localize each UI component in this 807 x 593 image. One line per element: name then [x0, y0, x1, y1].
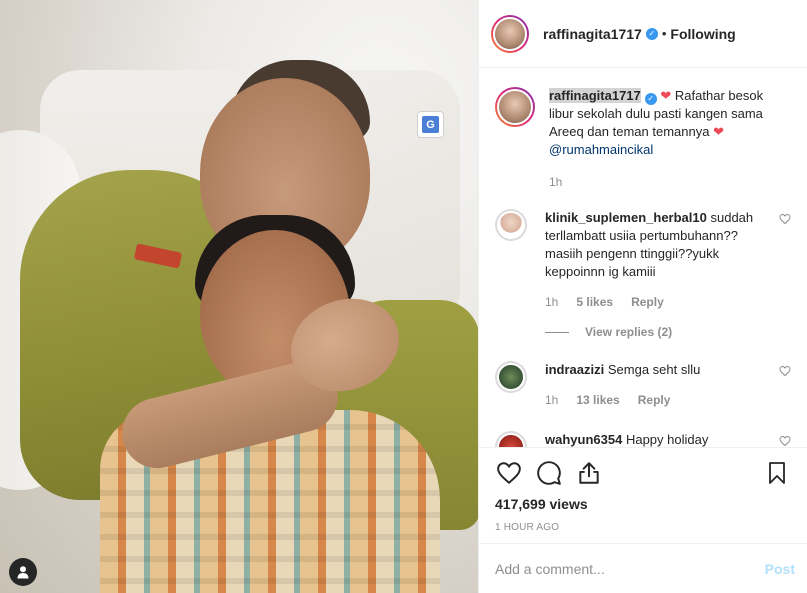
comment-body: wahyun6354 Happy holiday	[545, 431, 791, 447]
comment-heart-icon[interactable]	[779, 435, 791, 447]
heart-icon	[497, 462, 521, 485]
comment-item: wahyun6354 Happy holiday	[495, 431, 791, 447]
post-header: raffinagita1717 ✓ • Following	[479, 0, 807, 68]
caption-username[interactable]: raffinagita1717	[549, 88, 641, 103]
comment-meta: 1h 5 likes Reply	[545, 293, 769, 311]
add-comment-bar: Post	[479, 543, 807, 593]
caption-avatar[interactable]	[495, 87, 535, 127]
share-icon	[579, 462, 599, 484]
comment-username[interactable]: klinik_suplemen_herbal10	[545, 210, 707, 225]
view-replies-label: View replies (2)	[585, 325, 673, 339]
following-button[interactable]: Following	[670, 26, 735, 42]
save-button[interactable]	[763, 459, 791, 487]
comment-icon	[537, 461, 561, 485]
caption-timestamp[interactable]: 1h	[549, 173, 769, 191]
caption-mention-link[interactable]: @rumahmaincikal	[549, 142, 653, 157]
comment-username[interactable]: wahyun6354	[545, 432, 622, 447]
comment-text: Happy holiday	[625, 432, 709, 447]
comment-item: indraazizi Semga seht sllu 1h 13 likes R…	[495, 361, 791, 409]
user-tag-button[interactable]	[9, 558, 37, 586]
caption-body: raffinagita1717 ✓ ❤ Rafathar besok libur …	[549, 87, 791, 191]
verified-badge-icon: ✓	[645, 27, 658, 40]
comment-item: klinik_suplemen_herbal10 suddah terllamb…	[495, 209, 791, 311]
comment-heart-icon[interactable]	[779, 365, 791, 377]
reply-button[interactable]: Reply	[631, 293, 664, 311]
comment-body: indraazizi Semga seht sllu 1h 13 likes R…	[545, 361, 791, 409]
commenter-avatar[interactable]	[495, 431, 527, 447]
like-button[interactable]	[495, 459, 523, 487]
comment-body: klinik_suplemen_herbal10 suddah terllamb…	[545, 209, 791, 311]
post-side-panel: raffinagita1717 ✓ • Following raffinagit…	[478, 0, 807, 593]
action-icon-row	[495, 458, 791, 488]
translate-icon: G	[422, 116, 439, 133]
post-timestamp[interactable]: 1 HOUR AGO	[495, 522, 791, 533]
commenter-avatar[interactable]	[495, 209, 527, 241]
comment-text: Semga seht sllu	[607, 362, 701, 377]
post-media[interactable]: G	[0, 0, 478, 593]
author-username[interactable]: raffinagita1717	[543, 26, 642, 42]
comment-likes[interactable]: 5 likes	[576, 293, 613, 311]
bookmark-icon	[769, 462, 785, 484]
comment-time[interactable]: 1h	[545, 391, 558, 409]
comments-list[interactable]: raffinagita1717 ✓ ❤ Rafathar besok libur …	[479, 69, 807, 447]
share-button[interactable]	[575, 459, 603, 487]
verified-badge-icon: ✓	[644, 93, 657, 105]
red-heart-emoji-icon: ❤	[713, 124, 724, 139]
post-comment-button[interactable]: Post	[765, 561, 795, 577]
user-tag-icon	[17, 566, 29, 579]
comment-meta: 1h 13 likes Reply	[545, 391, 769, 409]
header-separator: •	[661, 26, 667, 41]
caption: raffinagita1717 ✓ ❤ Rafathar besok libur …	[495, 87, 791, 191]
comment-input[interactable]	[495, 560, 765, 577]
comment-likes[interactable]: 13 likes	[576, 391, 619, 409]
author-avatar[interactable]	[491, 14, 529, 53]
translate-button[interactable]: G	[417, 111, 444, 138]
red-heart-emoji-icon: ❤	[660, 88, 672, 103]
post-actions: 417,699 views 1 HOUR AGO	[479, 447, 807, 543]
replies-divider	[545, 331, 569, 333]
commenter-avatar[interactable]	[495, 361, 527, 393]
view-count[interactable]: 417,699 views	[495, 496, 791, 512]
comment-button[interactable]	[535, 459, 563, 487]
comment-heart-icon[interactable]	[779, 213, 791, 225]
reply-button[interactable]: Reply	[638, 391, 671, 409]
view-replies-button[interactable]: View replies (2)	[545, 325, 791, 339]
comment-time[interactable]: 1h	[545, 293, 558, 311]
comment-username[interactable]: indraazizi	[545, 362, 604, 377]
